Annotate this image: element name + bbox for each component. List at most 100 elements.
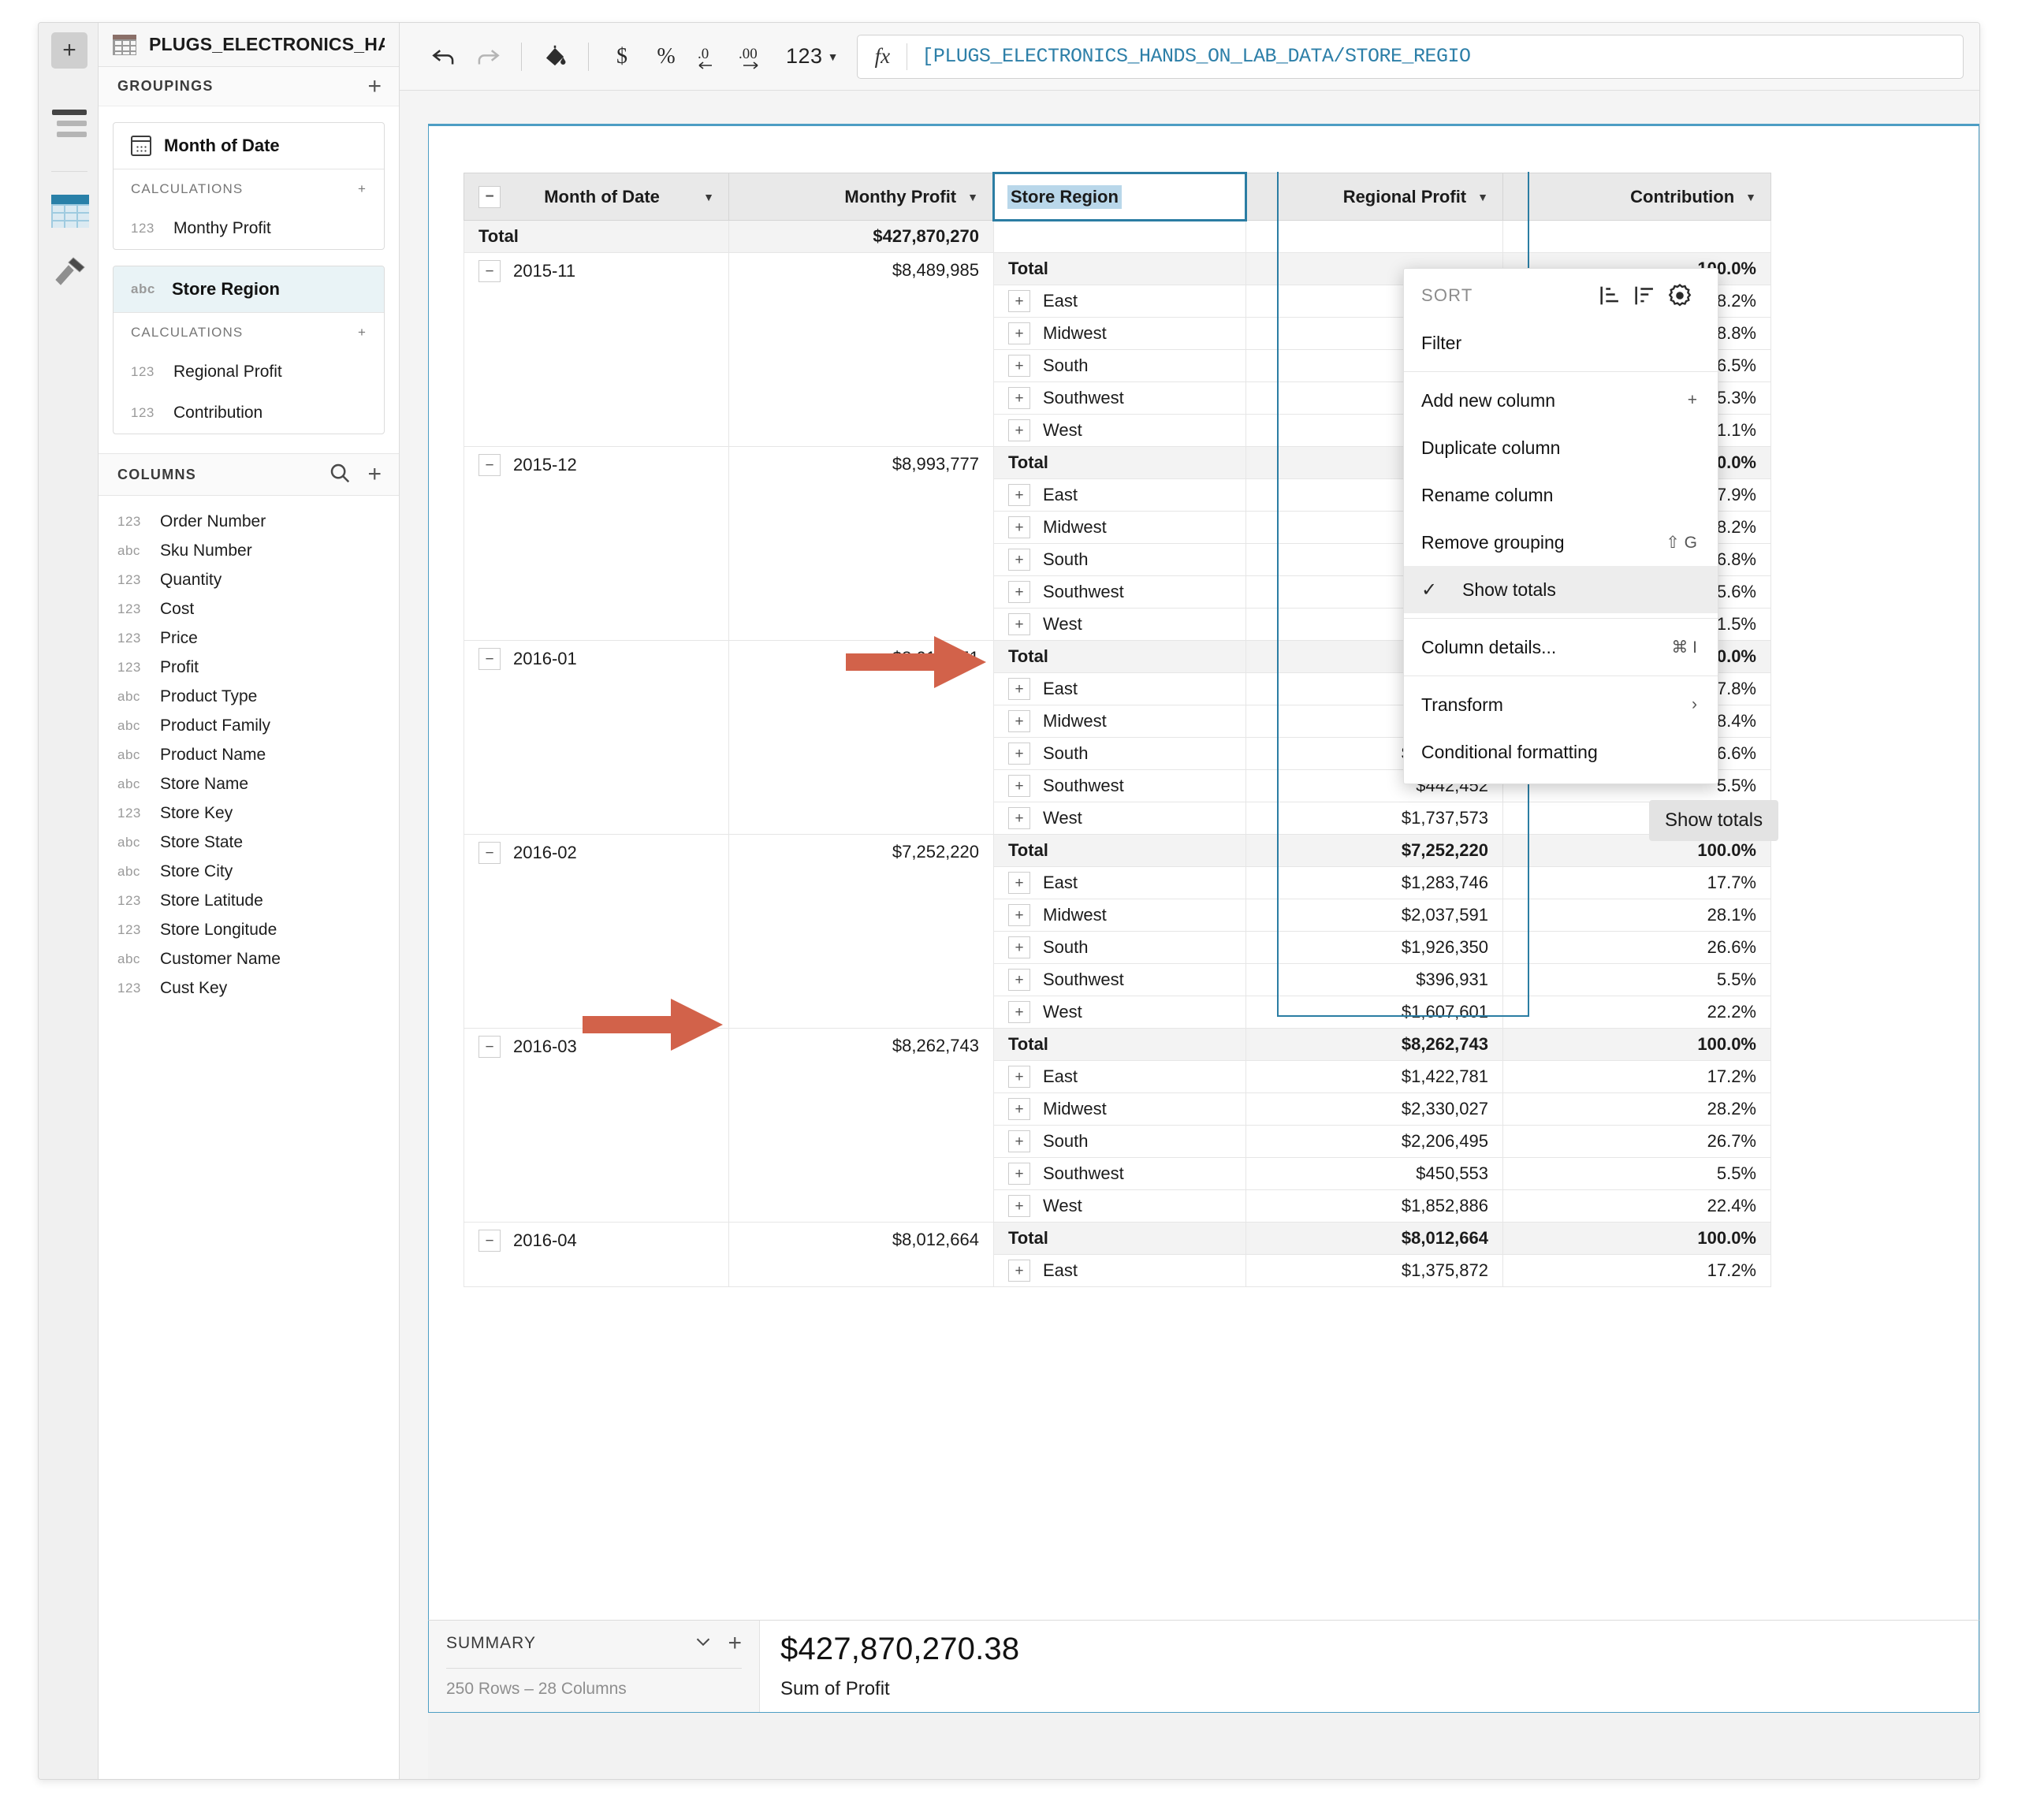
expand-toggle-icon[interactable]: +: [1008, 1163, 1030, 1185]
expand-toggle-icon[interactable]: +: [1008, 549, 1030, 571]
expand-toggle-icon[interactable]: +: [1008, 419, 1030, 441]
column-item[interactable]: 123 Order Number: [99, 507, 399, 536]
collapse-toggle-icon[interactable]: −: [478, 648, 501, 670]
column-item[interactable]: 123 Store Key: [99, 798, 399, 828]
calculation-item-monthy-profit[interactable]: 123 Monthy Profit: [114, 208, 384, 249]
menu-item-add-new-column[interactable]: Add new column +: [1404, 377, 1718, 424]
collapse-toggle-icon[interactable]: −: [478, 1036, 501, 1058]
region-cell[interactable]: + East: [993, 672, 1246, 705]
expand-toggle-icon[interactable]: +: [1008, 581, 1030, 603]
column-item[interactable]: 123 Quantity: [99, 565, 399, 594]
expand-toggle-icon[interactable]: +: [1008, 743, 1030, 765]
month-cell[interactable]: −2016-04: [464, 1222, 729, 1287]
region-cell[interactable]: + East: [993, 1254, 1246, 1287]
expand-toggle-icon[interactable]: +: [1008, 484, 1030, 506]
percent-format-button[interactable]: %: [644, 35, 688, 79]
increase-decimal-button[interactable]: .00: [732, 35, 776, 79]
grouping-item-store-region[interactable]: abc Store Region: [114, 266, 384, 312]
add-summary-button[interactable]: +: [728, 1632, 742, 1655]
calculation-item-regional-profit[interactable]: 123 Regional Profit: [114, 352, 384, 393]
region-cell[interactable]: + Southwest: [993, 381, 1246, 415]
region-cell[interactable]: + West: [993, 802, 1246, 835]
chevron-down-icon[interactable]: [691, 1634, 715, 1654]
expand-toggle-icon[interactable]: +: [1008, 872, 1030, 894]
add-calculation-button[interactable]: +: [358, 182, 367, 195]
column-item[interactable]: abc Store City: [99, 857, 399, 886]
expand-toggle-icon[interactable]: +: [1008, 355, 1030, 377]
expand-toggle-icon[interactable]: +: [1008, 1260, 1030, 1282]
column-item[interactable]: 123 Profit: [99, 653, 399, 682]
collapse-toggle-icon[interactable]: −: [478, 260, 501, 282]
chevron-down-icon[interactable]: ▼: [703, 191, 714, 203]
expand-toggle-icon[interactable]: +: [1008, 775, 1030, 797]
chevron-down-icon[interactable]: ▼: [1477, 191, 1488, 203]
redo-button[interactable]: [466, 35, 510, 79]
menu-item-rename-column[interactable]: Rename column: [1404, 471, 1718, 519]
month-cell[interactable]: −2016-03: [464, 1028, 729, 1223]
sort-ascending-icon[interactable]: [1593, 282, 1628, 309]
sidebar-title-bar[interactable]: PLUGS_ELECTRONICS_HAND...: [99, 23, 399, 67]
region-cell[interactable]: + West: [993, 996, 1246, 1029]
region-cell[interactable]: + South: [993, 737, 1246, 770]
region-cell[interactable]: + Midwest: [993, 899, 1246, 932]
chevron-down-icon[interactable]: ▼: [967, 191, 978, 203]
gear-icon[interactable]: [1662, 281, 1697, 310]
expand-toggle-icon[interactable]: +: [1008, 807, 1030, 829]
collapse-toggle-icon[interactable]: −: [478, 842, 501, 864]
formula-bar[interactable]: fx [PLUGS_ELECTRONICS_HANDS_ON_LAB_DATA/…: [857, 34, 1964, 79]
expand-toggle-icon[interactable]: +: [1008, 290, 1030, 312]
calculation-item-contribution[interactable]: 123 Contribution: [114, 393, 384, 434]
column-header-monthy-profit[interactable]: Monthy Profit ▼: [728, 173, 994, 221]
column-header-month-of-date[interactable]: − Month of Date ▼: [464, 173, 729, 221]
search-icon[interactable]: [328, 461, 352, 489]
menu-item-show-totals[interactable]: ✓ Show totals: [1404, 566, 1718, 613]
column-header-contribution[interactable]: Contribution ▼: [1502, 173, 1771, 221]
column-item[interactable]: 123 Store Latitude: [99, 886, 399, 915]
add-grouping-button[interactable]: +: [367, 74, 382, 99]
region-cell[interactable]: + Midwest: [993, 511, 1246, 544]
column-item[interactable]: abc Store Name: [99, 769, 399, 798]
region-cell[interactable]: + East: [993, 285, 1246, 318]
region-cell[interactable]: + Southwest: [993, 1157, 1246, 1190]
column-item[interactable]: abc Product Type: [99, 682, 399, 711]
currency-format-button[interactable]: $: [600, 35, 644, 79]
expand-toggle-icon[interactable]: +: [1008, 1195, 1030, 1217]
expand-toggle-icon[interactable]: +: [1008, 710, 1030, 732]
collapse-toggle-icon[interactable]: −: [478, 454, 501, 476]
region-cell[interactable]: + Southwest: [993, 963, 1246, 996]
collapse-toggle-icon[interactable]: −: [478, 1230, 501, 1252]
region-cell[interactable]: + East: [993, 478, 1246, 512]
number-format-dropdown[interactable]: 123 ▼: [776, 35, 844, 79]
region-cell[interactable]: + West: [993, 608, 1246, 641]
rail-tools-button[interactable]: [50, 253, 89, 296]
collapse-toggle-icon[interactable]: −: [478, 185, 501, 208]
region-cell[interactable]: + Southwest: [993, 575, 1246, 609]
region-cell[interactable]: + West: [993, 414, 1246, 447]
sort-descending-icon[interactable]: [1628, 282, 1662, 309]
column-item[interactable]: abc Sku Number: [99, 536, 399, 565]
expand-toggle-icon[interactable]: +: [1008, 322, 1030, 344]
expand-toggle-icon[interactable]: +: [1008, 1130, 1030, 1152]
expand-toggle-icon[interactable]: +: [1008, 1066, 1030, 1088]
chevron-down-icon[interactable]: ▼: [1745, 191, 1756, 203]
column-item[interactable]: 123 Cost: [99, 594, 399, 623]
expand-toggle-icon[interactable]: +: [1008, 904, 1030, 926]
menu-item-duplicate-column[interactable]: Duplicate column: [1404, 424, 1718, 471]
region-cell[interactable]: + Midwest: [993, 1092, 1246, 1126]
menu-item-conditional-formatting[interactable]: Conditional formatting: [1404, 728, 1718, 776]
grid-scroll-area[interactable]: − Month of Date ▼ Monthy Profit ▼ Store …: [429, 126, 1979, 1712]
rail-list-button[interactable]: [52, 110, 87, 137]
region-cell[interactable]: + South: [993, 931, 1246, 964]
region-cell[interactable]: + Midwest: [993, 705, 1246, 738]
rail-add-button[interactable]: +: [51, 32, 87, 69]
add-calculation-button[interactable]: +: [358, 326, 367, 339]
column-item[interactable]: 123 Store Longitude: [99, 915, 399, 944]
menu-item-filter[interactable]: Filter: [1404, 319, 1718, 367]
grouping-item-month-of-date[interactable]: Month of Date: [114, 123, 384, 169]
column-item[interactable]: 123 Price: [99, 623, 399, 653]
month-cell[interactable]: −2015-12: [464, 446, 729, 641]
expand-toggle-icon[interactable]: +: [1008, 1001, 1030, 1023]
formula-input[interactable]: [PLUGS_ELECTRONICS_HANDS_ON_LAB_DATA/STO…: [907, 45, 1963, 68]
expand-toggle-icon[interactable]: +: [1008, 387, 1030, 409]
expand-toggle-icon[interactable]: +: [1008, 678, 1030, 700]
